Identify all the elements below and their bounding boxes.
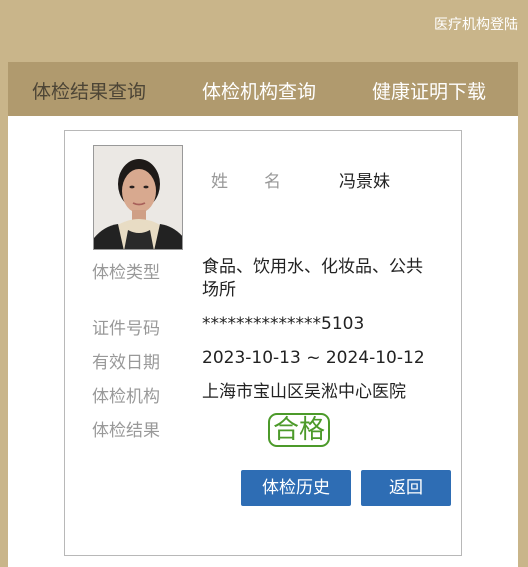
main-nav: 体检结果查询 体检机构查询 健康证明下载	[8, 62, 518, 116]
exam-type-label: 体检类型	[92, 263, 160, 283]
valid-date-value: 2023-10-13 ~ 2024-10-12	[202, 348, 425, 368]
exam-history-button[interactable]: 体检历史	[241, 470, 351, 506]
exam-institution-label: 体检机构	[92, 387, 160, 407]
id-number-label: 证件号码	[92, 319, 160, 339]
exam-result-label: 体检结果	[92, 421, 160, 441]
back-button[interactable]: 返回	[361, 470, 451, 506]
exam-institution-value: 上海市宝山区吴淞中心医院	[202, 382, 406, 402]
exam-type-value: 食品、饮用水、化妆品、公共场所	[202, 257, 423, 300]
id-photo	[93, 145, 183, 250]
tab-exam-result-query[interactable]: 体检结果查询	[32, 77, 146, 104]
content-area: 姓名 冯景妹 体检类型 食品、饮用水、化妆品、公共场所 证件号码 *******…	[8, 116, 518, 567]
health-certificate-card: 姓名 冯景妹 体检类型 食品、饮用水、化妆品、公共场所 证件号码 *******…	[64, 130, 462, 556]
name-value: 冯景妹	[339, 172, 390, 192]
name-label: 姓名	[211, 172, 281, 192]
medical-institution-login-link[interactable]: 医疗机构登陆	[434, 14, 518, 34]
tab-exam-institution-query[interactable]: 体检机构查询	[202, 77, 316, 104]
exam-result-badge: 合格	[268, 413, 331, 447]
valid-date-label: 有效日期	[92, 353, 160, 373]
person-photo-icon	[94, 146, 182, 249]
id-number-value: **************5103	[202, 314, 365, 334]
tab-health-certificate-download[interactable]: 健康证明下载	[372, 77, 486, 104]
